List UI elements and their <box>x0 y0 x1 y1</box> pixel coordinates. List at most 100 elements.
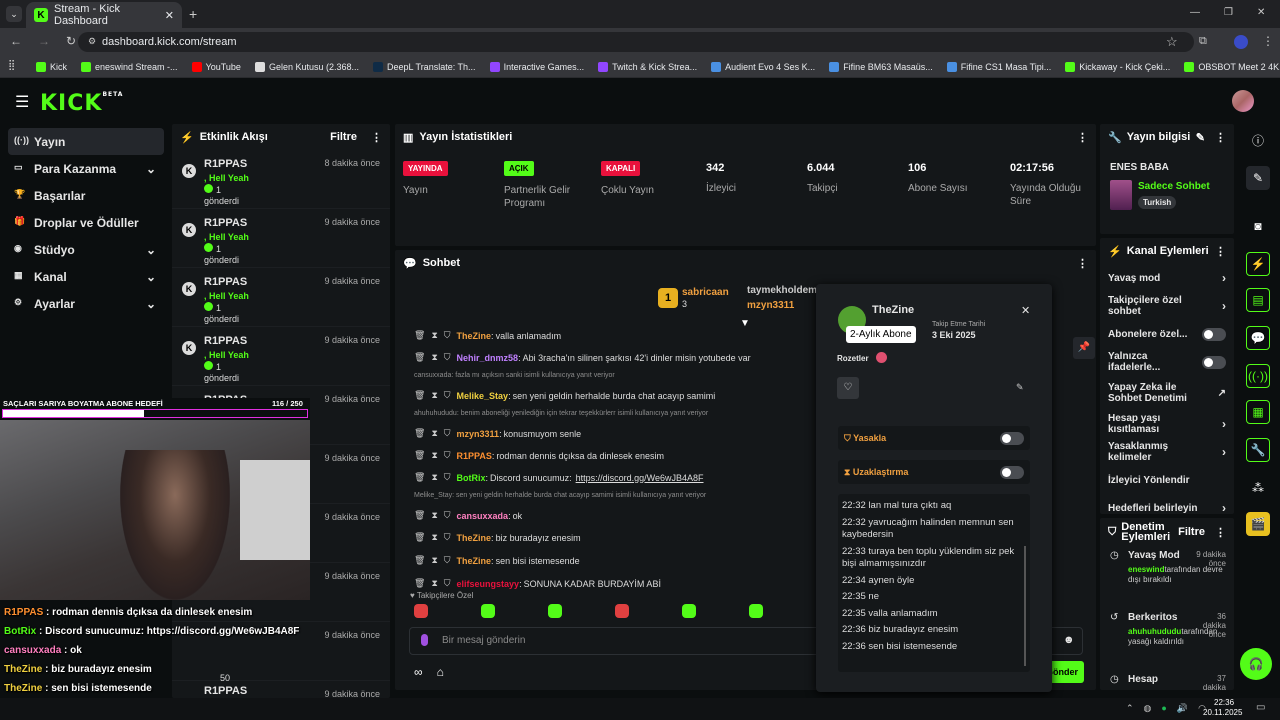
actions-menu-icon[interactable]: ⋮ <box>1215 245 1226 258</box>
ban-icon[interactable]: ⛉ <box>444 428 451 439</box>
timeout-icon[interactable]: ⧗ <box>431 450 437 461</box>
chat-message[interactable]: 🗑 ⧗ ⛉ R1PPAS: rodman dennis dçıksa da dinles… <box>414 450 664 461</box>
chat-username[interactable]: TheZine <box>457 556 492 566</box>
subscriber-badge-icon[interactable] <box>876 352 887 363</box>
ban-icon[interactable]: ⛉ <box>444 352 451 363</box>
ban-icon[interactable]: ⛉ <box>444 578 451 589</box>
emote-icon[interactable] <box>481 604 495 618</box>
ban-icon[interactable]: ⛉ <box>444 510 451 521</box>
chat-message[interactable]: 🗑 ⧗ ⛉ TheZine: sen bisi istemesende <box>414 555 580 566</box>
ban-icon[interactable]: ⛉ <box>444 555 451 566</box>
delete-icon[interactable]: 🗑 <box>414 510 425 521</box>
chevron-down-icon[interactable]: ⌄ <box>146 162 156 176</box>
ban-icon[interactable]: ⛉ <box>444 450 451 461</box>
emote-icon[interactable] <box>548 604 562 618</box>
delete-icon[interactable]: 🗑 <box>414 352 425 363</box>
feed-user[interactable]: R1PPAS <box>204 217 247 229</box>
mod-log-user[interactable]: eneswind <box>1128 565 1164 574</box>
headset-support-icon[interactable]: 🎧 <box>1240 648 1272 680</box>
user-avatar[interactable] <box>1232 90 1254 112</box>
modlog-menu-icon[interactable]: ⋮ <box>1215 526 1226 539</box>
toggle-switch[interactable] <box>1202 327 1226 341</box>
sidebar-item[interactable]: 🎁 Droplar ve Ödüller <box>8 209 164 236</box>
close-window-icon[interactable]: ✕ <box>1257 7 1265 18</box>
category-thumbnail[interactable] <box>1110 180 1132 210</box>
delete-icon[interactable]: 🗑 <box>414 450 425 461</box>
chat-username[interactable]: mzyn3311 <box>457 429 500 439</box>
delete-icon[interactable]: 🗑 <box>414 472 425 483</box>
feed-user[interactable]: R1PPAS <box>204 335 247 347</box>
bookmark-item[interactable]: Interactive Games... <box>489 61 584 72</box>
top-gifter-name[interactable]: sabricaan <box>682 287 729 298</box>
feed-filter-button[interactable]: Filtre <box>330 131 357 144</box>
timeout-icon[interactable]: ⧗ <box>431 555 437 566</box>
delete-icon[interactable]: 🗑 <box>414 555 425 566</box>
apps-icon[interactable]: ⣿ <box>8 60 15 71</box>
channel-action-item[interactable]: Yasaklanmış kelimeler › <box>1100 438 1234 466</box>
mic-icon[interactable] <box>421 634 428 646</box>
timeout-icon[interactable]: ⧗ <box>431 330 437 341</box>
bookmark-item[interactable]: YouTube <box>191 61 241 72</box>
profile-avatar[interactable] <box>1234 35 1248 49</box>
bookmark-item[interactable]: Fifine CS1 Masa Tipi... <box>946 61 1051 72</box>
emoji-icon[interactable]: ☻ <box>1063 634 1075 646</box>
edit-tool-icon[interactable]: ✎ <box>1246 166 1270 190</box>
bookmark-item[interactable]: eneswind Stream -... <box>81 61 178 72</box>
nav-buttons[interactable]: ← → ↻ <box>10 34 76 48</box>
timeout-toggle[interactable] <box>1000 465 1024 479</box>
browser-menu-icon[interactable]: ⋮ <box>1262 34 1274 48</box>
bookmark-item[interactable]: Kick <box>36 61 67 72</box>
chat-message[interactable]: 🗑 ⧗ ⛉ elifseungstayy: SONUNA KADAR BURDAYİM … <box>414 578 661 589</box>
feed-user[interactable]: R1PPAS <box>204 685 247 697</box>
chat-link[interactable]: https://discord.gg/We6wJB4A8F <box>576 473 704 483</box>
pin-button[interactable]: 📌 <box>1073 337 1095 359</box>
sidebar-item[interactable]: ▭ Para Kazanma ⌄ <box>8 155 164 182</box>
chat-username[interactable]: Nehir_dnmz58 <box>457 353 519 363</box>
layout-icon[interactable]: ▦ <box>1246 400 1270 424</box>
sidebar-item[interactable]: ⚙ Ayarlar ⌄ <box>8 290 164 317</box>
chat-username[interactable]: R1PPAS <box>457 451 492 461</box>
chat-username[interactable]: BotRix <box>457 473 486 483</box>
chat-username[interactable]: cansuxxada <box>457 511 509 521</box>
new-tab-button[interactable]: + <box>189 6 197 22</box>
bookmark-item[interactable]: Kickaway - Kick Çeki... <box>1065 61 1170 72</box>
bookmark-item[interactable]: Twitch & Kick Strea... <box>598 61 697 72</box>
delete-icon[interactable]: 🗑 <box>414 330 425 341</box>
reload-icon[interactable]: ↻ <box>66 34 76 48</box>
kick-logo[interactable]: KICKBETA <box>40 91 123 116</box>
timeout-icon[interactable]: ⧗ <box>431 578 437 589</box>
emote-icon[interactable] <box>414 604 428 618</box>
emote-icon[interactable] <box>615 604 629 618</box>
ban-toggle[interactable] <box>1000 431 1024 445</box>
clock-date[interactable]: 20.11.2025 <box>1203 708 1242 717</box>
edit-icon[interactable]: ✎ <box>1196 131 1205 144</box>
timeout-row[interactable]: ⧗ Uzaklaştırma <box>838 460 1030 484</box>
chat-message[interactable]: 🗑 ⧗ ⛉ TheZine: valla anlamadım <box>414 330 561 341</box>
top-gifter-3[interactable]: mzyn3311 <box>747 300 794 311</box>
mod-tool-icon[interactable]: ✎ <box>1016 382 1024 393</box>
ban-icon[interactable]: ⛉ <box>444 330 451 341</box>
timeout-icon[interactable]: ⧗ <box>431 510 437 521</box>
close-tab-icon[interactable]: ✕ <box>165 9 174 22</box>
discord-icon[interactable]: ◍ <box>1144 703 1152 714</box>
chevron-up-icon[interactable]: ⌃ <box>1126 703 1134 714</box>
restore-icon[interactable]: ❐ <box>1224 7 1233 18</box>
url-field[interactable]: dashboard.kick.com/stream <box>78 32 1194 52</box>
back-icon[interactable]: ← <box>10 34 22 48</box>
chat-message[interactable]: 🗑 ⧗ ⛉ BotRix: Discord sunucumuz: https://disc… <box>414 472 704 483</box>
chat-username[interactable]: TheZine <box>457 331 492 341</box>
tab-search-button[interactable]: ⌄ <box>6 6 22 22</box>
store-icon[interactable]: ⌂ <box>437 665 444 679</box>
ban-icon[interactable]: ⛉ <box>444 532 451 543</box>
clock-time[interactable]: 22:36 <box>1214 698 1234 707</box>
mod-log-user[interactable]: ahuhuhududu <box>1128 627 1181 636</box>
chat-message[interactable]: 🗑 ⧗ ⛉ mzyn3311: konusmuyom senle <box>414 428 581 439</box>
feed-user[interactable]: R1PPAS <box>204 276 247 288</box>
channel-action-item[interactable]: Yapay Zeka ile Sohbet Denetimi ↗ <box>1100 376 1234 410</box>
timeout-icon[interactable]: ⧗ <box>431 532 437 543</box>
channel-action-item[interactable]: Yalnızca ifadelerle... <box>1100 348 1234 376</box>
timeout-icon[interactable]: ⧗ <box>431 472 437 483</box>
chat-username[interactable]: Melike_Stay <box>457 391 509 401</box>
notification-icon[interactable]: ▭ <box>1256 702 1265 713</box>
delete-icon[interactable]: 🗑 <box>414 532 425 543</box>
